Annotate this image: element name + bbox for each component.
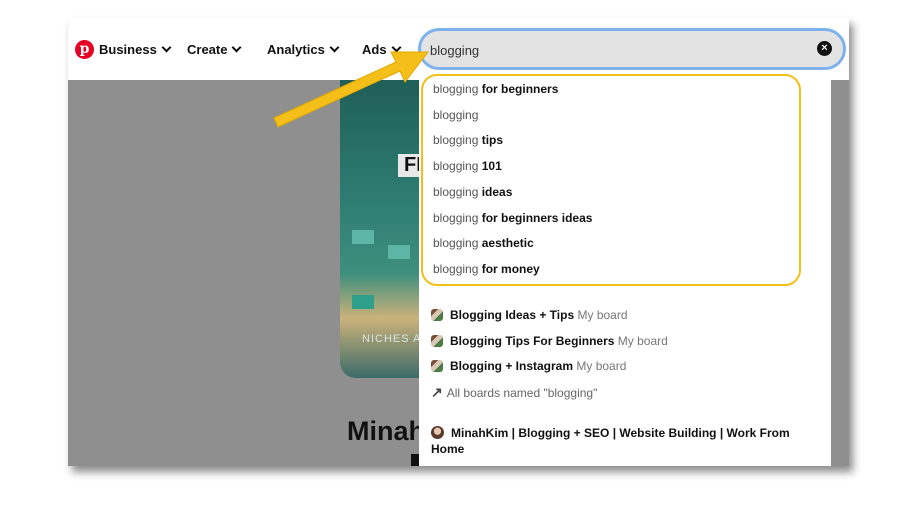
annotation-arrow-shape [273,51,430,128]
annotation-arrow-icon [273,51,430,128]
slide: FI NICHES A Minah p Business Create Anal… [0,0,918,524]
